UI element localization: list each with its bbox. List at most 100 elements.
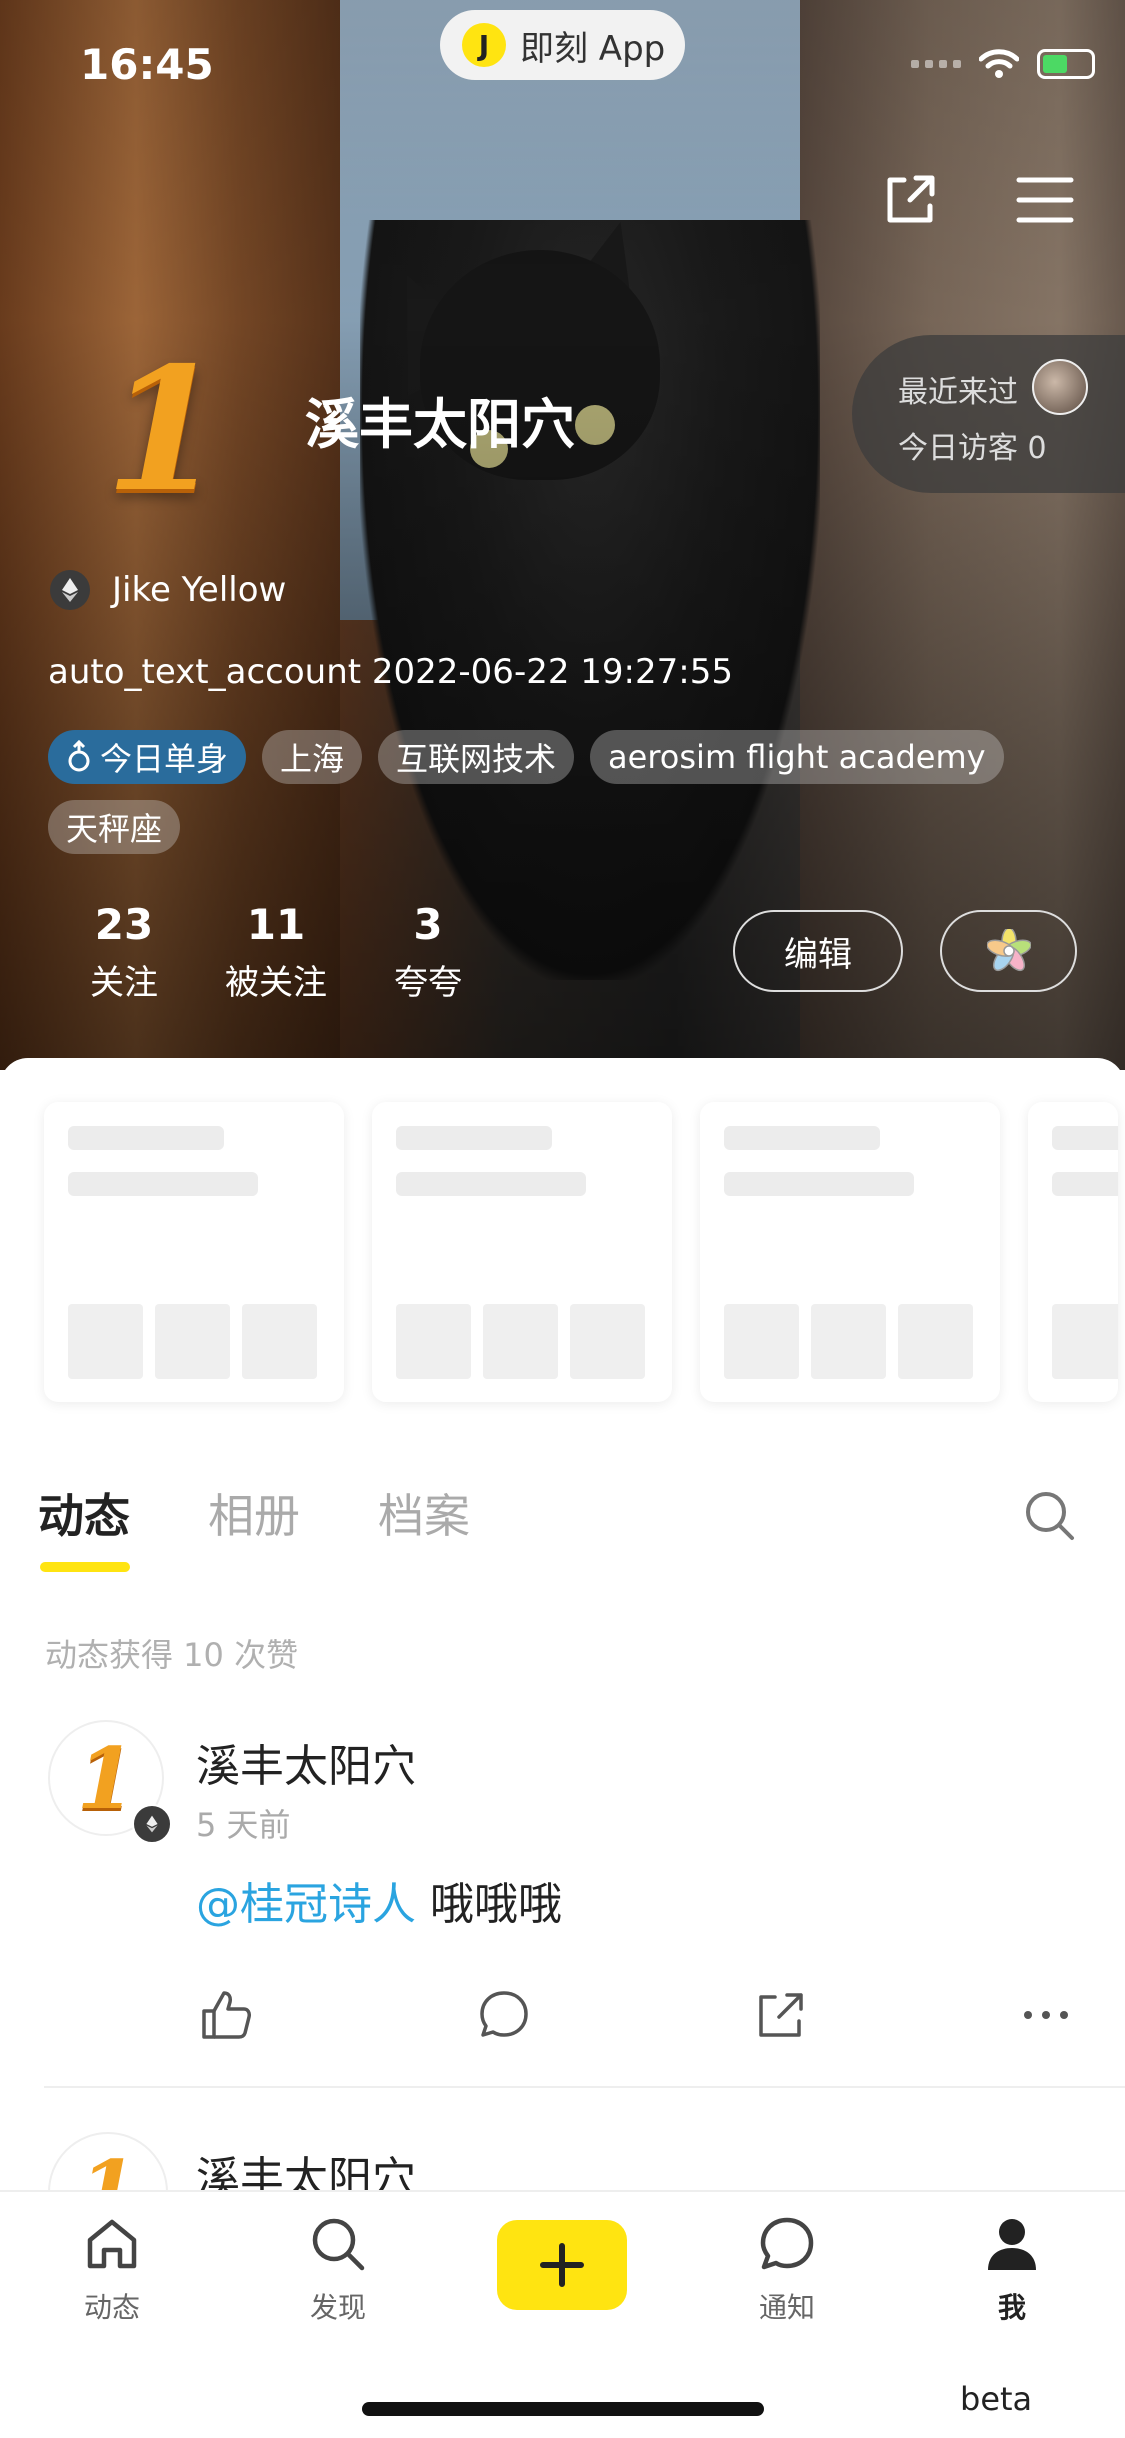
post-time: 5 天前 <box>196 1806 291 1844</box>
stat-value: 11 <box>246 900 306 949</box>
skeleton-bar <box>68 1126 224 1150</box>
skeleton-square <box>570 1304 645 1379</box>
nav-notifications[interactable]: 通知 <box>717 2212 857 2326</box>
nav-label: 动态 <box>83 2291 140 2324</box>
membership-line[interactable]: Jike Yellow <box>50 570 286 610</box>
skeleton-square <box>396 1304 471 1379</box>
skeleton-square <box>898 1304 973 1379</box>
membership-label: Jike Yellow <box>112 570 287 610</box>
stat-followers[interactable]: 11 被关注 <box>200 900 352 1004</box>
visitor-avatar <box>1032 359 1088 415</box>
skeleton-square <box>483 1304 558 1379</box>
skeleton-square <box>1052 1304 1118 1379</box>
skeleton-bar <box>724 1172 914 1196</box>
skeleton-bar <box>68 1172 258 1196</box>
nav-label: 发现 <box>309 2291 366 2324</box>
tag-single[interactable]: 今日单身 <box>48 730 247 784</box>
diamond-icon <box>132 1804 172 1844</box>
recent-visitors-panel[interactable]: 最近来过 今日访客 0 <box>852 335 1125 493</box>
diamond-icon <box>50 570 90 610</box>
nav-feed[interactable]: 动态 <box>42 2212 182 2326</box>
post-mention-link[interactable]: @桂冠诗人 <box>196 1879 416 1930</box>
placeholder-card[interactable] <box>700 1102 1000 1402</box>
nav-label: 通知 <box>758 2291 815 2324</box>
tag-location[interactable]: 上海 <box>262 730 363 784</box>
stat-value: 23 <box>94 900 154 949</box>
male-symbol-icon <box>68 740 90 772</box>
stat-praises[interactable]: 3 夸夸 <box>352 900 504 1004</box>
tab-album[interactable]: 相册 <box>208 1480 300 1546</box>
nav-discover[interactable]: 发现 <box>268 2212 408 2326</box>
add-post-button[interactable] <box>497 2220 627 2310</box>
stat-label: 被关注 <box>225 963 327 1003</box>
skeleton-bar <box>1052 1126 1118 1150</box>
placeholder-card[interactable] <box>1028 1102 1118 1402</box>
search-icon <box>312 2218 365 2271</box>
comment-icon[interactable] <box>474 1985 534 2045</box>
post-text: 哦哦哦 <box>416 1879 562 1930</box>
stat-label: 关注 <box>90 963 158 1003</box>
battery-icon <box>1037 49 1095 79</box>
tag-label: 上海 <box>280 740 345 778</box>
tag-zodiac[interactable]: 天秤座 <box>48 800 181 854</box>
nav-label: 我 <box>997 2291 1026 2324</box>
tag-industry[interactable]: 互联网技术 <box>378 730 575 784</box>
tag-school[interactable]: aerosim flight academy <box>590 730 1004 784</box>
tab-archive[interactable]: 档案 <box>378 1480 470 1546</box>
plus-icon <box>540 2243 584 2287</box>
post-avatar[interactable]: 1 <box>48 1720 172 1844</box>
skeleton-bar <box>1052 1172 1118 1196</box>
status-icons <box>911 48 1095 80</box>
chat-bubble-icon <box>760 2217 814 2270</box>
stat-value: 3 <box>413 900 443 949</box>
signal-icon <box>911 60 961 68</box>
bottom-nav: 动态 发现 通知 我 beta <box>0 2190 1125 2438</box>
post-author[interactable]: 溪丰太阳穴 <box>196 1730 416 1794</box>
rank-badge: 1 <box>105 330 224 530</box>
home-icon <box>87 2219 137 2269</box>
tab-posts[interactable]: 动态 <box>38 1480 130 1572</box>
placeholder-cards <box>44 1102 1118 1402</box>
profile-username: 溪丰太阳穴 <box>305 393 575 456</box>
share-icon[interactable] <box>751 1985 811 2045</box>
edit-profile-button[interactable]: 编辑 <box>733 910 903 992</box>
more-icon[interactable] <box>1016 1985 1076 2045</box>
likes-summary: 动态获得 10 次赞 <box>45 1636 299 1674</box>
post-divider <box>44 2086 1125 2088</box>
today-visitors-label: 今日访客 0 <box>898 431 1047 466</box>
post-actions <box>196 1985 1076 2045</box>
skeleton-square <box>68 1304 143 1379</box>
menu-icon[interactable] <box>1015 170 1075 230</box>
beta-label: beta <box>960 2380 1033 2418</box>
tag-label: 今日单身 <box>100 740 229 778</box>
placeholder-card[interactable] <box>372 1102 672 1402</box>
skeleton-bar <box>396 1126 552 1150</box>
app-pill[interactable]: J 即刻 App <box>440 10 685 80</box>
stat-label: 夸夸 <box>394 963 462 1003</box>
wifi-icon <box>979 49 1019 78</box>
post-body[interactable]: @桂冠诗人 哦哦哦 <box>196 1868 562 1932</box>
stat-following[interactable]: 23 关注 <box>48 900 200 1004</box>
search-icon[interactable] <box>1022 1488 1078 1544</box>
nav-me[interactable]: 我 <box>942 2212 1082 2326</box>
like-icon[interactable] <box>196 1985 256 2045</box>
tag-label: 互联网技术 <box>396 740 557 778</box>
tag-label: aerosim flight academy <box>608 738 986 776</box>
home-indicator[interactable] <box>362 2402 764 2416</box>
share-icon[interactable] <box>880 170 940 230</box>
skeleton-square <box>242 1304 317 1379</box>
flower-button[interactable] <box>940 910 1077 992</box>
app-pill-label: 即刻 App <box>520 28 666 69</box>
profile-stats: 23 关注 11 被关注 3 夸夸 <box>48 900 504 1004</box>
status-time: 16:45 <box>80 40 214 89</box>
avatar-rank: 1 <box>76 1728 136 1828</box>
flower-icon <box>986 929 1031 972</box>
skeleton-square <box>811 1304 886 1379</box>
person-icon <box>988 2219 1036 2270</box>
skeleton-square <box>155 1304 230 1379</box>
skeleton-bar <box>396 1172 586 1196</box>
account-meta: auto_text_account 2022-06-22 19:27:55 <box>48 652 733 692</box>
jike-logo-icon: J <box>462 23 506 67</box>
placeholder-card[interactable] <box>44 1102 344 1402</box>
skeleton-bar <box>724 1126 880 1150</box>
